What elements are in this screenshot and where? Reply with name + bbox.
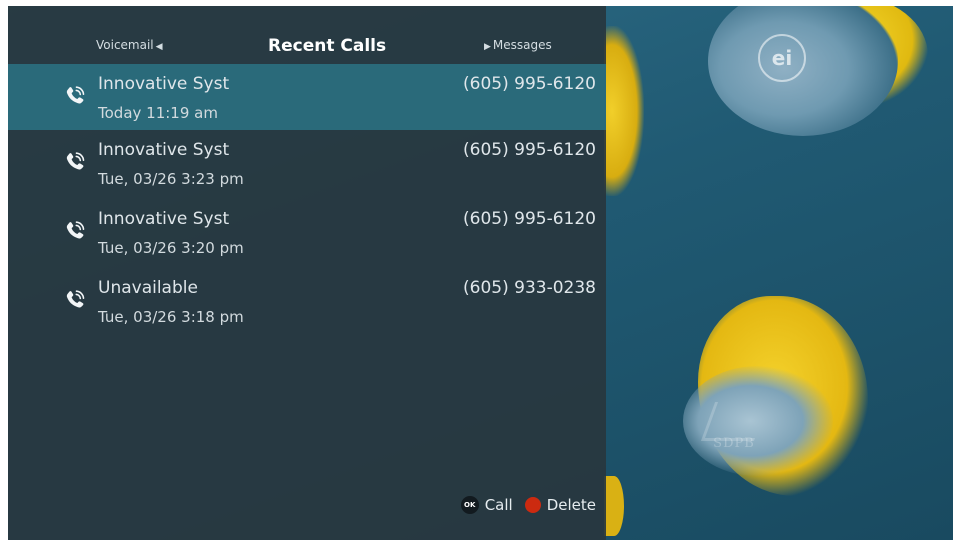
- ok-button-icon: OK: [460, 496, 479, 514]
- call-time: Tue, 03/26 3:20 pm: [98, 239, 244, 257]
- phone-incoming-icon: [66, 221, 85, 239]
- call-action-label[interactable]: Call: [485, 496, 513, 514]
- recent-calls-panel: Voicemail ◀ Recent Calls ▶ Messages Innova…: [8, 6, 606, 540]
- fish-fin-left: [604, 26, 644, 196]
- call-time: Tue, 03/26 3:23 pm: [98, 170, 244, 188]
- phone-incoming-icon: [66, 290, 85, 308]
- call-row[interactable]: Unavailable Tue, 03/26 3:18 pm (605) 933…: [8, 268, 606, 337]
- phone-incoming-icon: [66, 86, 85, 104]
- call-list: Innovative Syst Today 11:19 am (605) 995…: [8, 64, 606, 337]
- call-row[interactable]: Innovative Syst Today 11:19 am (605) 995…: [8, 64, 606, 130]
- caller-name: Innovative Syst: [98, 209, 230, 229]
- tab-voicemail[interactable]: Voicemail ◀: [96, 38, 165, 52]
- phone-incoming-icon: [66, 152, 85, 170]
- red-button-icon: [524, 497, 541, 513]
- watermark: SDPB: [713, 436, 755, 451]
- tab-voicemail-label: Voicemail: [96, 38, 154, 52]
- caller-name: Unavailable: [98, 278, 198, 298]
- fish-fin-corner: [604, 476, 624, 536]
- tab-bar: Voicemail ◀ Recent Calls ▶ Messages: [8, 6, 606, 64]
- tab-messages-label: Messages: [492, 38, 552, 52]
- call-row[interactable]: Innovative Syst Tue, 03/26 3:20 pm (605)…: [8, 199, 606, 268]
- call-number: (605) 995-6120: [463, 209, 596, 229]
- call-number: (605) 933-0238: [463, 278, 596, 298]
- page-title: Recent Calls: [268, 36, 387, 56]
- call-number: (605) 995-6120: [463, 140, 596, 160]
- tab-messages[interactable]: ▶ Messages: [482, 38, 552, 52]
- tv-screen: ei SDPB Voicemail ◀ Recent Calls ▶ Message…: [8, 6, 953, 540]
- channel-logo: ei: [758, 34, 806, 82]
- call-row[interactable]: Innovative Syst Tue, 03/26 3:23 pm (605)…: [8, 130, 606, 199]
- caller-name: Innovative Syst: [98, 140, 230, 160]
- delete-action-label[interactable]: Delete: [547, 496, 596, 514]
- caller-name: Innovative Syst: [98, 74, 230, 94]
- action-hints: OK Call Delete: [460, 494, 596, 516]
- call-time: Tue, 03/26 3:18 pm: [98, 308, 244, 326]
- arrow-right-icon: ▶: [484, 42, 491, 52]
- arrow-left-icon: ◀: [155, 42, 163, 52]
- fish-top: [708, 6, 898, 136]
- call-time: Today 11:19 am: [98, 104, 218, 122]
- call-number: (605) 995-6120: [463, 74, 596, 94]
